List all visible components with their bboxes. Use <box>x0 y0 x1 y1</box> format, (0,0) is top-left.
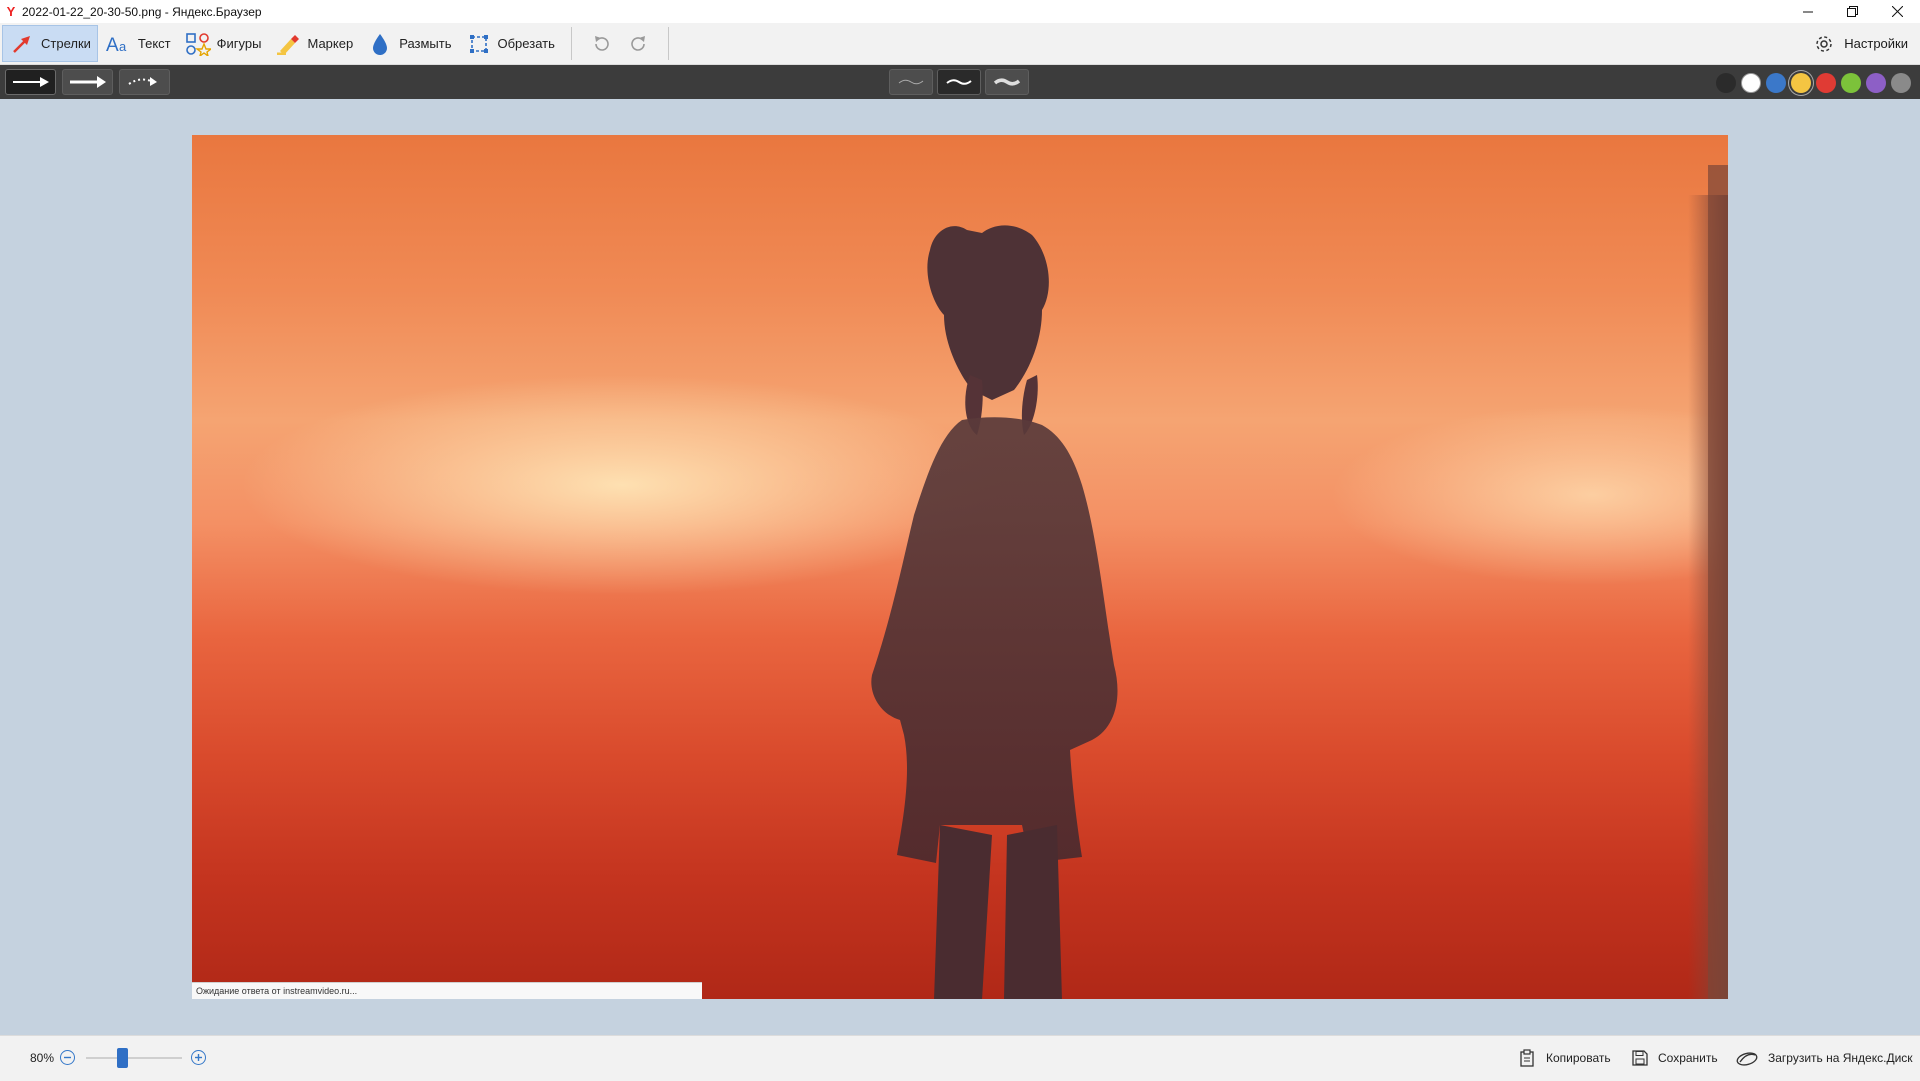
shapes-icon <box>185 31 211 57</box>
tool-label: Фигуры <box>216 36 262 51</box>
gear-icon <box>1814 34 1834 54</box>
tool-label: Обрезать <box>497 36 555 51</box>
arrow-style-bold[interactable] <box>62 69 113 95</box>
bottom-bar: 80% Копировать Сохранить Загрузить на Ян… <box>0 1035 1920 1081</box>
bold-arrow-icon <box>69 76 106 88</box>
settings-label: Настройки <box>1844 36 1908 51</box>
copy-button[interactable]: Копировать <box>1520 1048 1611 1068</box>
curve-style-medium[interactable] <box>937 69 981 95</box>
settings-button[interactable]: Настройки <box>1814 23 1908 64</box>
tool-shapes[interactable]: Фигуры <box>179 25 268 62</box>
medium-curve-icon <box>946 79 972 85</box>
arrow-style-solid[interactable] <box>5 69 56 95</box>
redo-icon <box>631 35 645 51</box>
arrow-icon <box>9 31 35 57</box>
undo-button[interactable] <box>582 25 620 62</box>
color-swatch-red[interactable] <box>1816 73 1836 93</box>
thick-curve-icon <box>993 78 1021 86</box>
plus-icon <box>195 1054 202 1061</box>
tool-arrows[interactable]: Стрелки <box>2 25 98 62</box>
tool-label: Стрелки <box>41 36 91 51</box>
close-button[interactable] <box>1875 0 1920 23</box>
color-swatch-green[interactable] <box>1841 73 1861 93</box>
marker-icon <box>275 31 301 57</box>
color-swatch-black[interactable] <box>1716 73 1736 93</box>
title-bar: Y 2022-01-22_20-30-50.png - Яндекс.Брауз… <box>0 0 1920 23</box>
tool-text[interactable]: Aa Текст <box>100 25 177 62</box>
restore-button[interactable] <box>1830 0 1875 23</box>
tool-options-bar <box>0 65 1920 99</box>
tool-label: Текст <box>137 36 171 51</box>
upload-to-disk-button[interactable]: Загрузить на Яндекс.Диск <box>1736 1048 1913 1068</box>
upload-label: Загрузить на Яндекс.Диск <box>1768 1051 1913 1065</box>
toolbar-divider <box>570 27 572 60</box>
color-swatch-yellow[interactable] <box>1791 73 1811 93</box>
crop-icon <box>466 31 492 57</box>
save-label: Сохранить <box>1658 1051 1718 1065</box>
thin-curve-icon <box>898 79 924 85</box>
zoom-slider-track[interactable] <box>86 1057 182 1059</box>
toolbar-divider <box>667 27 669 60</box>
svg-text:a: a <box>119 39 127 54</box>
tool-blur[interactable]: Размыть <box>361 25 457 62</box>
redo-button[interactable] <box>620 25 658 62</box>
color-swatch-gray[interactable] <box>1891 73 1911 93</box>
save-button[interactable]: Сохранить <box>1632 1048 1718 1068</box>
tool-marker[interactable]: Маркер <box>269 25 359 62</box>
curve-style-thin[interactable] <box>889 69 933 95</box>
zoom-slider-thumb[interactable] <box>117 1048 128 1068</box>
copy-label: Копировать <box>1546 1051 1611 1065</box>
zoom-level: 80% <box>30 1051 55 1065</box>
floppy-disk-icon <box>1632 1050 1648 1066</box>
silhouette-figure-image <box>871 165 1728 999</box>
restore-icon <box>1847 6 1858 17</box>
yandex-disk-icon <box>1736 1050 1758 1066</box>
svg-text:A: A <box>106 35 119 55</box>
arrow-style-dotted[interactable] <box>119 69 170 95</box>
yandex-logo-icon: Y <box>6 4 16 19</box>
text-icon: Aa <box>106 31 132 57</box>
screenshot-image[interactable]: Ожидание ответа от instreamvideo.ru... <box>192 135 1728 999</box>
color-swatch-blue[interactable] <box>1766 73 1786 93</box>
clipboard-icon <box>1520 1049 1536 1067</box>
loading-status-text: Ожидание ответа от instreamvideo.ru... <box>192 982 702 999</box>
tool-crop[interactable]: Обрезать <box>460 25 561 62</box>
curve-style-thick[interactable] <box>985 69 1029 95</box>
window-controls <box>1785 0 1920 23</box>
blur-drop-icon <box>367 31 393 57</box>
dotted-curved-arrow-icon <box>127 77 157 86</box>
minimize-button[interactable] <box>1785 0 1830 23</box>
minus-icon <box>64 1056 71 1059</box>
undo-icon <box>594 35 609 51</box>
editor-toolbar: Стрелки Aa Текст Фигуры Маркер Размыть О… <box>0 23 1920 65</box>
color-swatch-purple[interactable] <box>1866 73 1886 93</box>
minimize-icon <box>1802 11 1813 12</box>
zoom-out-button[interactable] <box>60 1050 75 1065</box>
window-title: 2022-01-22_20-30-50.png - Яндекс.Браузер <box>22 4 262 19</box>
tool-label: Маркер <box>307 36 354 51</box>
editor-canvas[interactable]: Ожидание ответа от instreamvideo.ru... <box>0 99 1920 1035</box>
tool-label: Размыть <box>399 36 452 51</box>
zoom-in-button[interactable] <box>191 1050 206 1065</box>
color-swatch-white[interactable] <box>1741 73 1761 93</box>
close-icon <box>1892 6 1903 17</box>
solid-arrow-icon <box>12 77 49 87</box>
